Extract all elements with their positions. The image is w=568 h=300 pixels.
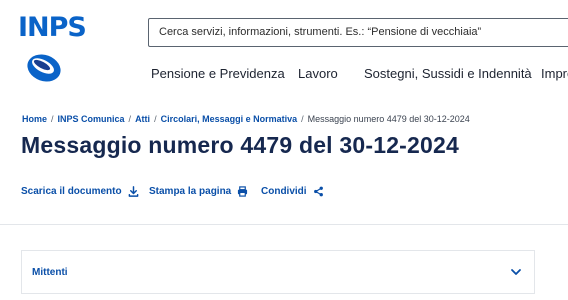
- breadcrumb-separator: /: [154, 114, 157, 124]
- search-placeholder: Cerca servizi, informazioni, strumenti. …: [159, 26, 482, 38]
- search-input[interactable]: Cerca servizi, informazioni, strumenti. …: [148, 18, 568, 47]
- breadcrumb-separator: /: [301, 114, 304, 124]
- breadcrumb-separator: /: [51, 114, 54, 124]
- share-button[interactable]: Condividi: [261, 186, 324, 197]
- logo-text: INPS: [18, 12, 87, 43]
- breadcrumb-current: Messaggio numero 4479 del 30-12-2024: [307, 114, 470, 124]
- nav-item-sostegni[interactable]: Sostegni, Sussidi e Indennità: [364, 66, 532, 81]
- inps-logo[interactable]: INPS: [18, 14, 87, 84]
- breadcrumb-separator: /: [128, 114, 132, 124]
- download-label: Scarica il documento: [21, 186, 122, 197]
- chevron-down-icon: [511, 269, 521, 275]
- share-icon: [313, 186, 323, 197]
- accordion-mittenti[interactable]: Mittenti: [21, 250, 535, 294]
- print-page-button[interactable]: Stampa la pagina: [149, 186, 248, 197]
- section-divider: [0, 224, 568, 225]
- print-icon: [238, 186, 248, 197]
- nav-item-lavoro[interactable]: Lavoro: [298, 66, 338, 81]
- breadcrumb-circolari[interactable]: Circolari, Messaggi e Normativa: [161, 114, 298, 124]
- breadcrumb-home[interactable]: Home: [22, 114, 47, 124]
- breadcrumb-inps-comunica[interactable]: INPS Comunica: [58, 114, 125, 124]
- share-label: Condividi: [261, 186, 307, 197]
- print-label: Stampa la pagina: [149, 186, 232, 197]
- nav-item-pensione[interactable]: Pensione e Previdenza: [151, 66, 285, 81]
- page-title: Messaggio numero 4479 del 30-12-2024: [21, 132, 460, 158]
- breadcrumb-atti[interactable]: Atti: [135, 114, 150, 124]
- logo-swoosh-icon: [27, 54, 61, 82]
- download-icon: [128, 186, 138, 197]
- download-document-button[interactable]: Scarica il documento: [21, 186, 139, 197]
- nav-item-imprese[interactable]: Impre: [541, 66, 568, 81]
- breadcrumb: Home / INPS Comunica / Atti / Circolari, Messa…: [22, 114, 470, 124]
- accordion-label: Mittenti: [32, 267, 68, 278]
